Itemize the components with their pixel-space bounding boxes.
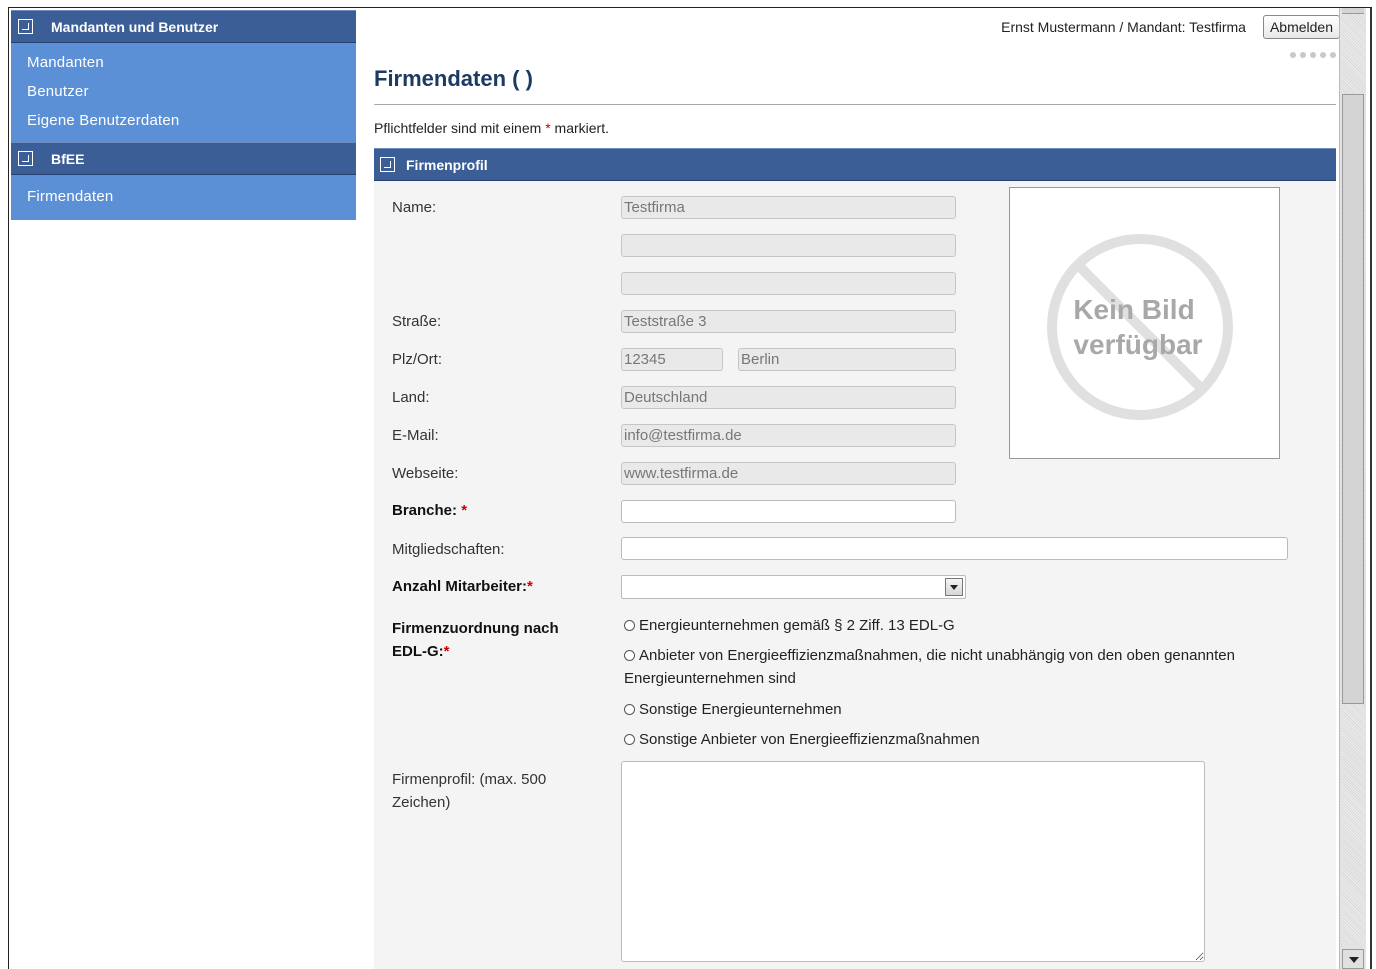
name-line2-input[interactable] (621, 234, 956, 257)
website-label: Webseite: (392, 465, 459, 482)
zip-input[interactable] (621, 348, 723, 371)
collapse-icon[interactable] (380, 157, 395, 172)
email-label: E-Mail: (392, 427, 439, 444)
no-image-text-line1: Kein Bild (1073, 294, 1194, 325)
assignment-option-3[interactable]: Sonstige Energieunternehmen (624, 698, 842, 721)
collapse-icon[interactable] (18, 151, 33, 166)
country-input[interactable] (621, 386, 956, 409)
no-image-text-line2: verfügbar (1073, 329, 1202, 360)
section-header-firmenprofil[interactable]: Firmenprofil (374, 148, 1336, 181)
assignment-option-2[interactable]: Anbieter von Energieeffizienzmaßnahmen, … (624, 644, 1289, 690)
sidebar-section-mandanten-header[interactable]: Mandanten und Benutzer (11, 10, 356, 43)
dropdown-arrow-icon[interactable] (945, 578, 963, 596)
sidebar: Mandanten und Benutzer Mandanten Benutze… (11, 10, 356, 220)
sidebar-item-mandanten[interactable]: Mandanten (11, 49, 356, 78)
memberships-label: Mitgliedschaften: (392, 541, 505, 558)
city-input[interactable] (738, 348, 956, 371)
user-bar: Ernst Mustermann / Mandant: Testfirma Ab… (1001, 15, 1340, 39)
name-input[interactable] (621, 196, 956, 219)
assignment-label: Firmenzuordnung nach EDL-G:* (392, 620, 559, 660)
company-form: Name: Straße: Plz/Ort: Land: E-Mail: Web… (374, 181, 1336, 969)
street-input[interactable] (621, 310, 956, 333)
company-logo-placeholder: Kein Bild verfügbar (1009, 187, 1280, 459)
title-divider (374, 104, 1336, 105)
employees-select[interactable] (621, 575, 966, 599)
employees-label: Anzahl Mitarbeiter:* (392, 578, 533, 595)
sidebar-item-eigene-benutzerdaten[interactable]: Eigene Benutzerdaten (11, 107, 356, 136)
memberships-input[interactable] (621, 537, 1288, 560)
sidebar-item-benutzer[interactable]: Benutzer (11, 78, 356, 107)
sidebar-section-title: Mandanten und Benutzer (51, 18, 219, 35)
scrollbar-thumb[interactable] (1342, 94, 1364, 704)
sidebar-list-mandanten: Mandanten Benutzer Eigene Benutzerdaten (11, 43, 356, 142)
website-input[interactable] (621, 462, 956, 485)
page-scrollbar[interactable] (1339, 8, 1366, 969)
email-input[interactable] (621, 424, 956, 447)
page-title: Firmendaten ( ) (374, 66, 533, 91)
no-image-icon: Kein Bild verfügbar (1047, 234, 1233, 420)
required-fields-note: Pflichtfelder sind mit einem * markiert. (374, 120, 609, 136)
collapse-icon[interactable] (18, 19, 33, 34)
scroll-down-arrow-icon[interactable] (1342, 949, 1364, 969)
radio-button[interactable] (624, 734, 635, 745)
country-label: Land: (392, 389, 430, 406)
loading-dots-icon (1290, 52, 1336, 58)
current-user-label: Ernst Mustermann / Mandant: Testfirma (1001, 19, 1246, 35)
profile-label: Firmenprofil: (max. 500 Zeichen) (392, 771, 547, 811)
name-line3-input[interactable] (621, 272, 956, 295)
sidebar-section-bfee-header[interactable]: BfEE (11, 142, 356, 175)
radio-button[interactable] (624, 704, 635, 715)
name-label: Name: (392, 199, 437, 216)
sidebar-section-title: BfEE (51, 150, 85, 167)
sidebar-list-bfee: Firmendaten (11, 175, 356, 220)
sidebar-item-firmendaten[interactable]: Firmendaten (11, 183, 356, 212)
industry-input[interactable] (621, 500, 956, 523)
radio-button[interactable] (624, 650, 635, 661)
industry-label: Branche: * (392, 502, 468, 519)
assignment-option-4[interactable]: Sonstige Anbieter von Energieeffizienzma… (624, 728, 980, 751)
zip-city-label: Plz/Ort: (392, 351, 443, 368)
assignment-option-1[interactable]: Energieunternehmen gemäß § 2 Ziff. 13 ED… (624, 614, 955, 637)
logout-button[interactable]: Abmelden (1262, 15, 1340, 39)
radio-button[interactable] (624, 620, 635, 631)
profile-textarea[interactable] (621, 761, 1205, 962)
street-label: Straße: (392, 313, 442, 330)
section-title: Firmenprofil (406, 156, 488, 173)
scrollbar-top (1342, 8, 1364, 14)
